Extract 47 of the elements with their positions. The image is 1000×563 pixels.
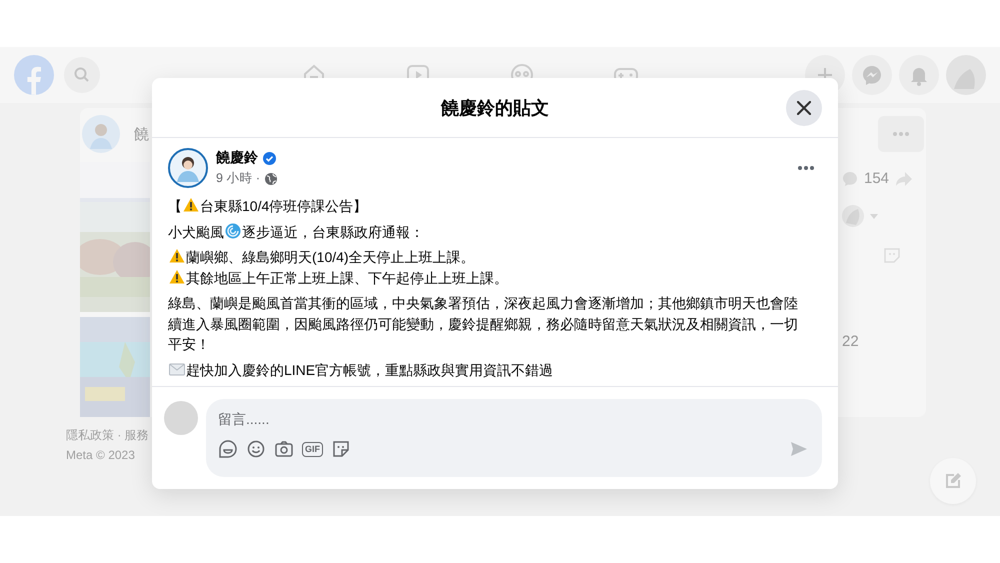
warning-icon: [183, 197, 199, 213]
close-icon: [797, 101, 811, 115]
avatar-icon[interactable]: [842, 205, 864, 227]
compose-button[interactable]: [930, 458, 976, 504]
logo-icon[interactable]: [14, 55, 54, 95]
share-count: 154: [864, 170, 890, 187]
edit-icon: [943, 471, 963, 491]
search-icon[interactable]: [64, 57, 100, 93]
share-icon[interactable]: [895, 170, 914, 186]
bell-icon[interactable]: [899, 55, 939, 95]
profile-avatar[interactable]: [82, 115, 120, 153]
post-text: 台東縣10/4停班停課公告】: [200, 198, 368, 214]
camera-icon[interactable]: [274, 439, 294, 459]
avatar-icon[interactable]: [946, 55, 986, 95]
warning-icon: [169, 268, 185, 284]
post-text: 【: [168, 198, 182, 214]
author-avatar[interactable]: [168, 148, 208, 188]
more-icon: [893, 132, 909, 136]
author-name[interactable]: 饒慶鈴: [216, 149, 258, 167]
post-text: 其餘地區上午正常上班上課、下午起停止上班上課。: [186, 270, 508, 286]
warning-icon: [169, 248, 185, 264]
sticker-icon[interactable]: [331, 439, 351, 459]
post-time[interactable]: 9 小時 ·: [216, 170, 260, 187]
copyright-text: Meta © 2023: [66, 448, 135, 462]
post-text: 綠島、蘭嶼是颱風首當其衝的區域，中央氣象署預估，深夜起風力會逐漸增加；其他鄉鎮市明天也會陸續進入暴風圈範圍，因颱風路徑仍可能變動，慶鈴提醒鄉親，務必隨時留意天氣狀況及相關資訊，一切平安！: [168, 295, 798, 352]
commenter-avatar[interactable]: [164, 401, 198, 435]
verified-icon: [263, 152, 276, 164]
comment-icon[interactable]: [842, 170, 858, 186]
avatar-sticker-icon[interactable]: [218, 439, 238, 459]
caret-icon[interactable]: [870, 214, 878, 218]
emoji-icon[interactable]: [246, 439, 266, 459]
send-icon[interactable]: [790, 441, 808, 457]
messenger-icon[interactable]: [852, 55, 892, 95]
envelope-icon: [169, 360, 185, 376]
post-text: 趕快加入慶鈴的LINE官方帳號，重點縣政與實用資訊不錯過: [186, 362, 554, 378]
comment-count: 22: [842, 332, 860, 350]
post-text: 蘭嶼鄉、綠島鄉明天(10/4)全天停止上班上課。: [186, 249, 475, 265]
author-name[interactable]: 饒: [134, 124, 149, 144]
close-button[interactable]: [786, 90, 822, 126]
dialog-title: 饒慶鈴的貼文: [441, 96, 549, 120]
more-icon: [798, 166, 814, 170]
post-text: 逐步逼近，台東縣政府通報：: [242, 224, 424, 240]
post-text: 小犬颱風: [168, 224, 224, 240]
gif-button[interactable]: GIF: [302, 442, 323, 456]
comment-field[interactable]: 留言...... GIF: [206, 399, 822, 477]
globe-icon: [265, 172, 278, 184]
cyclone-icon: [225, 222, 241, 238]
